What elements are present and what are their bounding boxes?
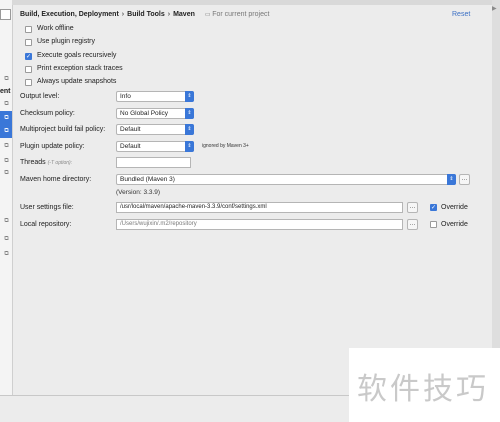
local-repository-label: Local repository: xyxy=(20,221,72,228)
project-settings-icon: ⧉ xyxy=(4,170,9,176)
user-settings-override-checkbox[interactable]: ✓ xyxy=(430,204,437,211)
maven-home-value: Bundled (Maven 3) xyxy=(120,176,175,183)
project-settings-icon: ⧉ xyxy=(4,101,9,107)
breadcrumb-part: Build Tools xyxy=(127,11,165,18)
plugin-update-policy-select[interactable]: Default ⇕ xyxy=(116,141,194,152)
watermark-box: 软件技巧 xyxy=(349,348,500,422)
project-settings-icon: ⧉ xyxy=(4,128,9,134)
plugin-update-policy-value: Default xyxy=(120,143,141,150)
multiproject-fail-policy-label: Multiproject build fail policy: xyxy=(20,126,106,133)
local-repository-input[interactable]: /Users/wujixin/.m2/repository xyxy=(116,219,403,230)
chevron-right-icon: › xyxy=(121,11,125,18)
breadcrumb-part: Build, Execution, Deployment xyxy=(20,11,119,18)
dropdown-arrows-icon: ⇕ xyxy=(185,141,194,152)
threads-label: Threads (-T option): xyxy=(20,159,72,166)
project-settings-icon: ⧉ xyxy=(4,115,9,121)
plugin-update-policy-label: Plugin update policy: xyxy=(20,143,85,150)
checkmark-icon: ✓ xyxy=(26,54,32,60)
breadcrumb-part: Maven xyxy=(173,11,195,18)
local-repository-browse-button[interactable]: … xyxy=(407,219,418,230)
execute-goals-recursively-checkbox[interactable]: ✓ xyxy=(25,53,32,60)
chevron-right-icon: › xyxy=(167,11,171,18)
output-level-value: Info xyxy=(120,93,131,100)
multiproject-fail-policy-value: Default xyxy=(120,126,141,133)
work-offline-checkbox[interactable] xyxy=(25,26,32,33)
user-settings-browse-button[interactable]: … xyxy=(407,202,418,213)
settings-tree-panel: ⧉ ent ⧉ ⧉ ⧉ ⧉ ⧉ ⧉ ⧉ ⧉ ⧉ xyxy=(0,0,13,395)
window-title-strip xyxy=(12,0,500,5)
checksum-policy-label: Checksum policy: xyxy=(20,110,75,117)
vertical-scrollbar[interactable]: ▶ xyxy=(492,0,500,395)
dropdown-arrows-icon: ⇕ xyxy=(185,108,194,119)
dropdown-arrows-icon: ⇕ xyxy=(447,174,456,185)
project-settings-icon: ⧉ xyxy=(4,218,9,224)
execute-goals-recursively-label: Execute goals recursively xyxy=(37,52,117,59)
output-level-label: Output level: xyxy=(20,93,60,100)
user-settings-override-label: Override xyxy=(441,204,468,211)
threads-hint: (-T option): xyxy=(47,160,73,166)
project-settings-icon: ⧉ xyxy=(4,76,9,82)
output-level-select[interactable]: Info ⇕ xyxy=(116,91,194,102)
multiproject-fail-policy-select[interactable]: Default ⇕ xyxy=(116,124,194,135)
local-repository-override-label: Override xyxy=(441,221,468,228)
checkmark-icon: ✓ xyxy=(431,205,437,211)
watermark-text: 软件技巧 xyxy=(357,372,489,407)
maven-home-label: Maven home directory: xyxy=(20,176,92,183)
user-settings-file-label: User settings file: xyxy=(20,204,74,211)
threads-input[interactable] xyxy=(116,157,191,168)
maven-home-select[interactable]: Bundled (Maven 3) ⇕ xyxy=(116,174,456,185)
project-settings-icon: ⧉ xyxy=(4,236,9,242)
reset-link[interactable]: Reset xyxy=(452,11,470,18)
search-field-fragment[interactable] xyxy=(0,9,11,20)
print-exception-stack-traces-label: Print exception stack traces xyxy=(37,65,123,72)
print-exception-stack-traces-checkbox[interactable] xyxy=(25,66,32,73)
always-update-snapshots-label: Always update snapshots xyxy=(37,78,117,85)
dropdown-arrows-icon: ⇕ xyxy=(185,91,194,102)
plugin-update-policy-note: ignored by Maven 3+ xyxy=(202,143,249,149)
always-update-snapshots-checkbox[interactable] xyxy=(25,79,32,86)
use-plugin-registry-checkbox[interactable] xyxy=(25,39,32,46)
user-settings-file-input[interactable]: /usr/local/maven/apache-maven-3.3.9/conf… xyxy=(116,202,403,213)
project-scope-label: For current project xyxy=(205,11,270,18)
breadcrumb: Build, Execution, Deployment › Build Tools… xyxy=(20,11,269,18)
work-offline-label: Work offline xyxy=(37,25,74,32)
project-settings-icon: ⧉ xyxy=(4,158,9,164)
tree-item-label-partial: ent xyxy=(0,88,11,95)
project-settings-icon: ⧉ xyxy=(4,143,9,149)
checksum-policy-select[interactable]: No Global Policy ⇕ xyxy=(116,108,194,119)
play-triangle-icon: ▶ xyxy=(492,6,497,12)
checksum-policy-value: No Global Policy xyxy=(120,110,169,117)
maven-version-label: (Version: 3.3.9) xyxy=(116,189,161,196)
project-settings-icon: ⧉ xyxy=(4,251,9,257)
maven-home-browse-button[interactable]: … xyxy=(459,174,470,185)
use-plugin-registry-label: Use plugin registry xyxy=(37,38,95,45)
dropdown-arrows-icon: ⇕ xyxy=(185,124,194,135)
local-repository-override-checkbox[interactable] xyxy=(430,221,437,228)
threads-label-text: Threads xyxy=(20,159,46,166)
